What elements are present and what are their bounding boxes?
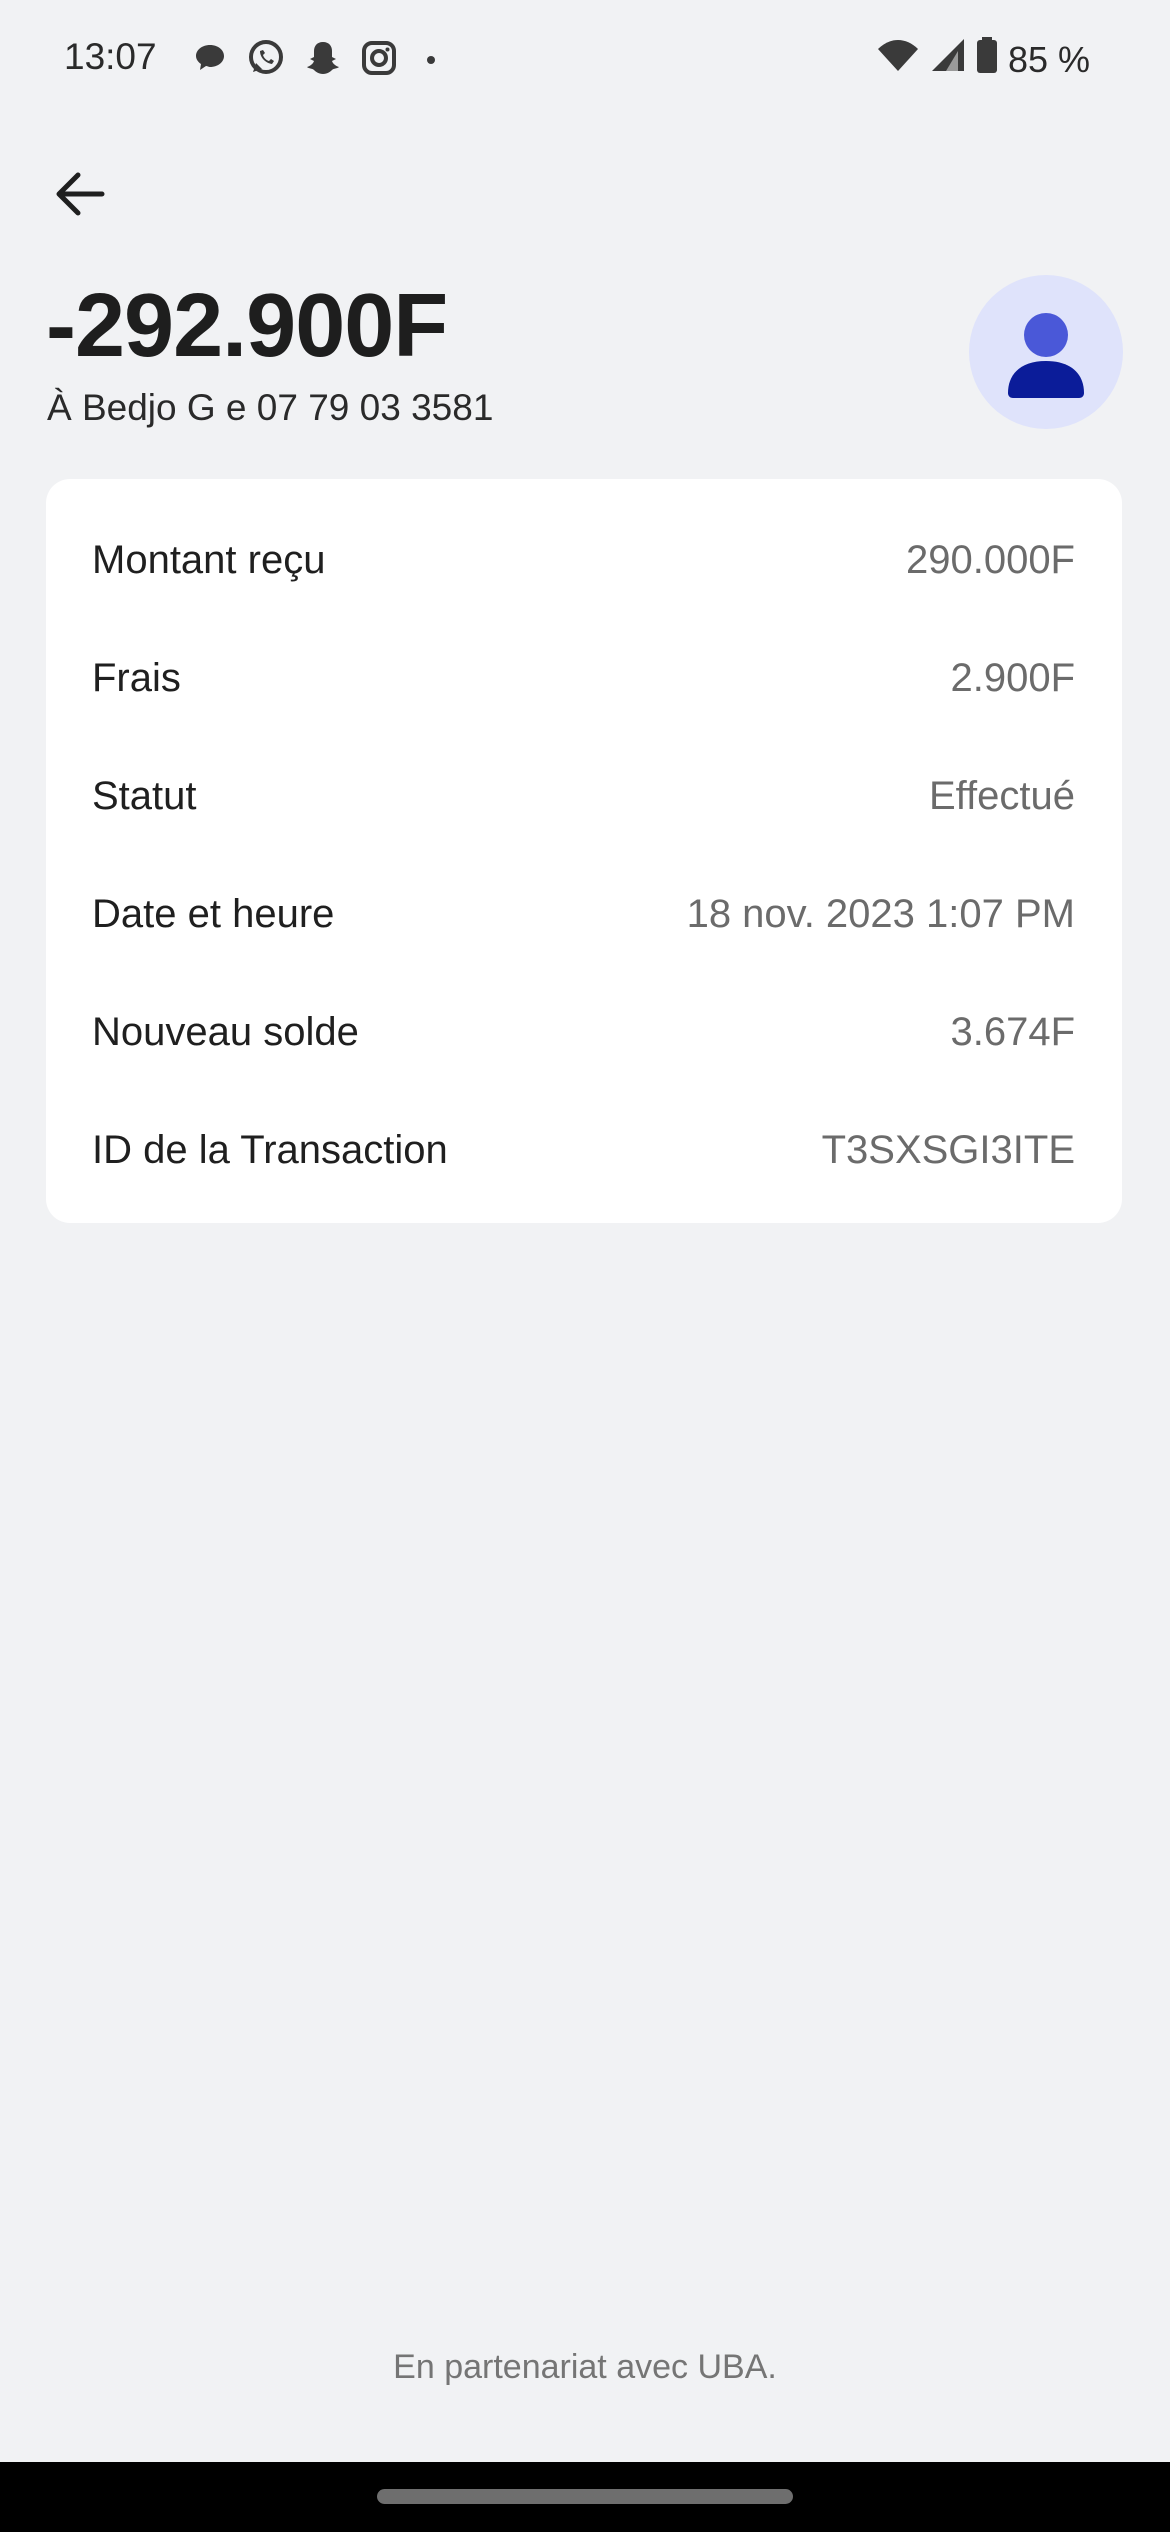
chat-bubble-icon xyxy=(192,41,228,75)
whatsapp-icon xyxy=(246,38,286,78)
transaction-amount: -292.900F xyxy=(46,276,448,376)
detail-value: Effectué xyxy=(928,773,1075,818)
detail-row-datetime: Date et heure 18 nov. 2023 1:07 PM xyxy=(92,884,1075,944)
back-button[interactable] xyxy=(48,162,112,226)
detail-label: Nouveau solde xyxy=(92,1009,359,1054)
battery-icon xyxy=(976,36,998,83)
dot-icon xyxy=(416,39,446,77)
detail-row-new-balance: Nouveau solde 3.674F xyxy=(92,1002,1075,1062)
avatar xyxy=(969,275,1123,429)
detail-row-transaction-id[interactable]: ID de la Transaction T3SXSGI3ITE xyxy=(92,1120,1075,1180)
transaction-details-card: Montant reçu 290.000F Frais 2.900F Statu… xyxy=(46,479,1122,1223)
instagram-icon xyxy=(360,39,398,77)
battery-percent: 85 % xyxy=(1007,38,1090,80)
detail-value: 18 nov. 2023 1:07 PM xyxy=(686,891,1075,936)
status-right: 85 % xyxy=(876,36,1090,83)
detail-label: Montant reçu xyxy=(92,537,326,582)
detail-value[interactable]: T3SXSGI3ITE xyxy=(822,1128,1075,1173)
detail-label: ID de la Transaction xyxy=(92,1127,448,1172)
cell-signal-icon xyxy=(930,37,966,82)
detail-label: Frais xyxy=(92,655,181,700)
detail-label: Statut xyxy=(92,773,197,818)
snapchat-icon xyxy=(304,38,342,78)
recipient-info: À Bedjo G e 07 79 03 3581 xyxy=(47,387,494,428)
detail-value: 3.674F xyxy=(950,1009,1075,1054)
detail-row-amount-received: Montant reçu 290.000F xyxy=(92,530,1075,590)
home-gesture-handle[interactable] xyxy=(377,2489,793,2504)
arrow-left-icon xyxy=(56,172,105,216)
wifi-icon xyxy=(876,37,920,82)
detail-value: 290.000F xyxy=(905,537,1075,582)
system-navigation-bar xyxy=(0,2462,1170,2532)
detail-value: 2.900F xyxy=(950,655,1075,700)
partnership-footer: En partenariat avec UBA. xyxy=(393,2348,777,2386)
detail-label: Date et heure xyxy=(92,891,335,936)
detail-row-status: Statut Effectué xyxy=(92,766,1075,826)
status-time: 13:07 xyxy=(64,36,157,77)
detail-row-fees: Frais 2.900F xyxy=(92,648,1075,708)
notification-icons xyxy=(192,38,446,78)
person-icon xyxy=(1008,313,1084,398)
status-bar: 13:07 85 % xyxy=(0,0,1170,115)
